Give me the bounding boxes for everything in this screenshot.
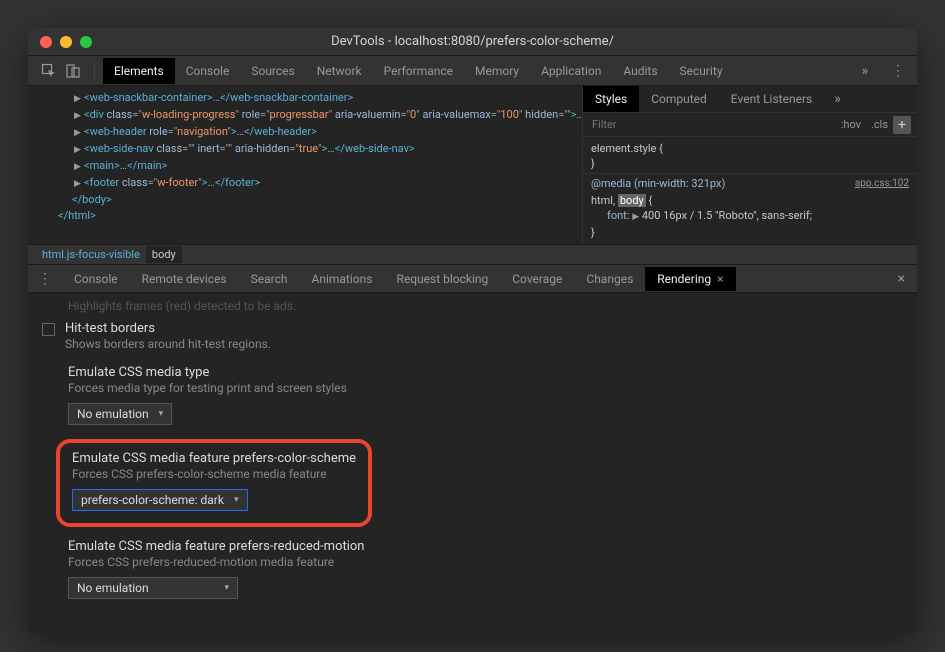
emulate-color-scheme-desc: Forces CSS prefers-color-scheme media fe… bbox=[72, 467, 356, 481]
drawer-tab-console[interactable]: Console bbox=[62, 267, 130, 291]
emulate-reduced-motion-select[interactable]: No emulation ▾ bbox=[68, 577, 238, 599]
drawer-menu-button[interactable]: ⋮ bbox=[28, 271, 62, 287]
titlebar: DevTools - localhost:8080/prefers-color-… bbox=[28, 28, 917, 56]
traffic-lights bbox=[28, 36, 92, 48]
drawer-tab-changes[interactable]: Changes bbox=[574, 267, 645, 291]
device-toolbar-icon[interactable] bbox=[64, 62, 82, 80]
drawer-close-button[interactable]: × bbox=[886, 271, 917, 287]
tab-sources[interactable]: Sources bbox=[240, 58, 305, 84]
breadcrumb-item[interactable]: body bbox=[146, 246, 182, 263]
emulate-reduced-motion-title: Emulate CSS media feature prefers-reduce… bbox=[68, 539, 903, 554]
dom-node[interactable]: ▶<main>…</main> bbox=[36, 158, 574, 175]
source-link[interactable]: app.css:102 bbox=[855, 176, 909, 191]
styles-filter-input[interactable] bbox=[589, 115, 836, 134]
dom-node[interactable]: </body> bbox=[36, 192, 574, 208]
elements-tree[interactable]: ▶<web-snackbar-container>…</web-snackbar… bbox=[28, 86, 582, 244]
devtools-menu-button[interactable]: ⋮ bbox=[879, 63, 917, 79]
emulate-color-scheme-title: Emulate CSS media feature prefers-color-… bbox=[72, 451, 356, 466]
hit-test-borders-desc: Shows borders around hit-test regions. bbox=[65, 337, 271, 351]
dom-node[interactable]: ▶<footer class="w-footer">…</footer> bbox=[36, 175, 574, 192]
inspect-element-icon[interactable] bbox=[40, 62, 58, 80]
tabs-overflow-button[interactable]: » bbox=[851, 63, 879, 79]
drawer-tab-request-blocking[interactable]: Request blocking bbox=[384, 267, 500, 291]
highlighted-option: Emulate CSS media feature prefers-color-… bbox=[56, 439, 372, 527]
emulate-media-type-select[interactable]: No emulation ▾ bbox=[68, 403, 172, 425]
faded-previous-option: Highlights frames (red) detected to be a… bbox=[42, 299, 903, 313]
maximize-window-button[interactable] bbox=[80, 36, 92, 48]
styles-tabs-overflow[interactable]: » bbox=[824, 91, 852, 107]
dom-node[interactable]: ▶<web-snackbar-container>…</web-snackbar… bbox=[36, 90, 574, 107]
drawer-tab-remote-devices[interactable]: Remote devices bbox=[130, 267, 239, 291]
tab-audits[interactable]: Audits bbox=[612, 58, 668, 84]
hit-test-borders-checkbox[interactable] bbox=[42, 323, 55, 336]
dom-node[interactable]: </html> bbox=[36, 208, 574, 224]
emulate-reduced-motion-desc: Forces CSS prefers-reduced-motion media … bbox=[68, 555, 903, 569]
devtools-window: DevTools - localhost:8080/prefers-color-… bbox=[28, 28, 917, 633]
drawer-tab-rendering[interactable]: Rendering× bbox=[645, 267, 735, 291]
breadcrumb: html.js-focus-visiblebody bbox=[28, 244, 917, 265]
window-title: DevTools - localhost:8080/prefers-color-… bbox=[331, 34, 614, 49]
hit-test-borders-title: Hit-test borders bbox=[65, 321, 271, 336]
rendering-panel: Highlights frames (red) detected to be a… bbox=[28, 293, 917, 633]
tab-network[interactable]: Network bbox=[306, 58, 373, 84]
tab-memory[interactable]: Memory bbox=[464, 58, 530, 84]
drawer-tab-animations[interactable]: Animations bbox=[300, 267, 385, 291]
chevron-down-icon: ▾ bbox=[224, 583, 229, 593]
cls-toggle[interactable]: .cls bbox=[866, 118, 893, 131]
dom-node[interactable]: ▶<web-header role="navigation">…</web-he… bbox=[36, 124, 574, 141]
dom-node[interactable]: ▶<web-side-nav class="" inert="" aria-hi… bbox=[36, 141, 574, 158]
emulate-media-type-title: Emulate CSS media type bbox=[68, 365, 903, 380]
new-style-rule-button[interactable]: + bbox=[893, 116, 911, 134]
tab-application[interactable]: Application bbox=[530, 58, 612, 84]
styles-tab-styles[interactable]: Styles bbox=[583, 86, 639, 112]
hov-toggle[interactable]: :hov bbox=[836, 118, 866, 131]
tab-performance[interactable]: Performance bbox=[373, 58, 464, 84]
minimize-window-button[interactable] bbox=[60, 36, 72, 48]
drawer-tab-strip: ⋮ ConsoleRemote devicesSearchAnimationsR… bbox=[28, 265, 917, 293]
chevron-down-icon: ▾ bbox=[234, 495, 239, 505]
chevron-down-icon: ▾ bbox=[159, 409, 164, 419]
tab-console[interactable]: Console bbox=[175, 58, 241, 84]
emulate-media-type-desc: Forces media type for testing print and … bbox=[68, 381, 903, 395]
tab-security[interactable]: Security bbox=[669, 58, 734, 84]
close-tab-icon[interactable]: × bbox=[717, 272, 723, 286]
styles-panel: StylesComputedEvent Listeners» :hov .cls… bbox=[582, 86, 917, 244]
drawer-tab-search[interactable]: Search bbox=[239, 267, 300, 291]
styles-tab-computed[interactable]: Computed bbox=[639, 86, 719, 112]
drawer-tab-coverage[interactable]: Coverage bbox=[500, 267, 574, 291]
dom-node[interactable]: ▶<div class="w-loading-progress" role="p… bbox=[36, 107, 574, 124]
styles-tab-event-listeners[interactable]: Event Listeners bbox=[719, 86, 824, 112]
tab-elements[interactable]: Elements bbox=[103, 58, 175, 84]
emulate-color-scheme-select[interactable]: prefers-color-scheme: dark ▾ bbox=[72, 489, 248, 511]
breadcrumb-item[interactable]: html.js-focus-visible bbox=[36, 246, 146, 263]
main-tab-strip: ElementsConsoleSourcesNetworkPerformance… bbox=[28, 56, 917, 86]
css-rules[interactable]: element.style { } app.css:102 @media (mi… bbox=[583, 137, 917, 244]
close-window-button[interactable] bbox=[40, 36, 52, 48]
